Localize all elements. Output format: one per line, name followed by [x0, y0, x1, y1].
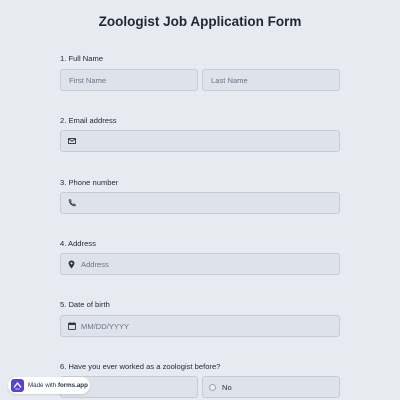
last-name-placeholder: Last Name: [211, 75, 248, 85]
made-with-badge[interactable]: Made with forms.app: [8, 377, 90, 394]
address-label: 4. Address: [60, 239, 96, 248]
calendar-icon: [67, 322, 76, 331]
phone-label: 3. Phone number: [60, 178, 119, 187]
phone-icon: [67, 199, 76, 208]
last-name-input[interactable]: Last Name: [202, 69, 340, 91]
zoologist-experience-label: 6. Have you ever worked as a zoologist b…: [60, 362, 221, 371]
first-name-input[interactable]: First Name: [60, 69, 198, 91]
address-placeholder: Address: [81, 259, 109, 269]
no-radio[interactable]: [209, 383, 216, 391]
forms-app-logo-icon: [11, 379, 24, 392]
dob-placeholder: MM/DD/YYYY: [81, 321, 130, 331]
badge-brand: forms.app: [57, 382, 88, 389]
address-input[interactable]: Address: [60, 253, 340, 275]
first-name-placeholder: First Name: [69, 75, 107, 85]
location-pin-icon: [67, 260, 76, 269]
phone-input[interactable]: [60, 192, 340, 214]
email-input[interactable]: [60, 130, 340, 152]
no-option[interactable]: No: [202, 376, 340, 398]
mail-icon: [67, 137, 76, 146]
email-label: 2. Email address: [60, 116, 117, 125]
dob-label: 5. Date of birth: [60, 300, 110, 309]
full-name-label: 1. Full Name: [60, 54, 104, 63]
dob-input[interactable]: MM/DD/YYYY: [60, 315, 340, 337]
no-option-label: No: [222, 382, 232, 392]
badge-prefix: Made with: [28, 382, 57, 389]
form-title: Zoologist Job Application Form: [98, 14, 302, 29]
